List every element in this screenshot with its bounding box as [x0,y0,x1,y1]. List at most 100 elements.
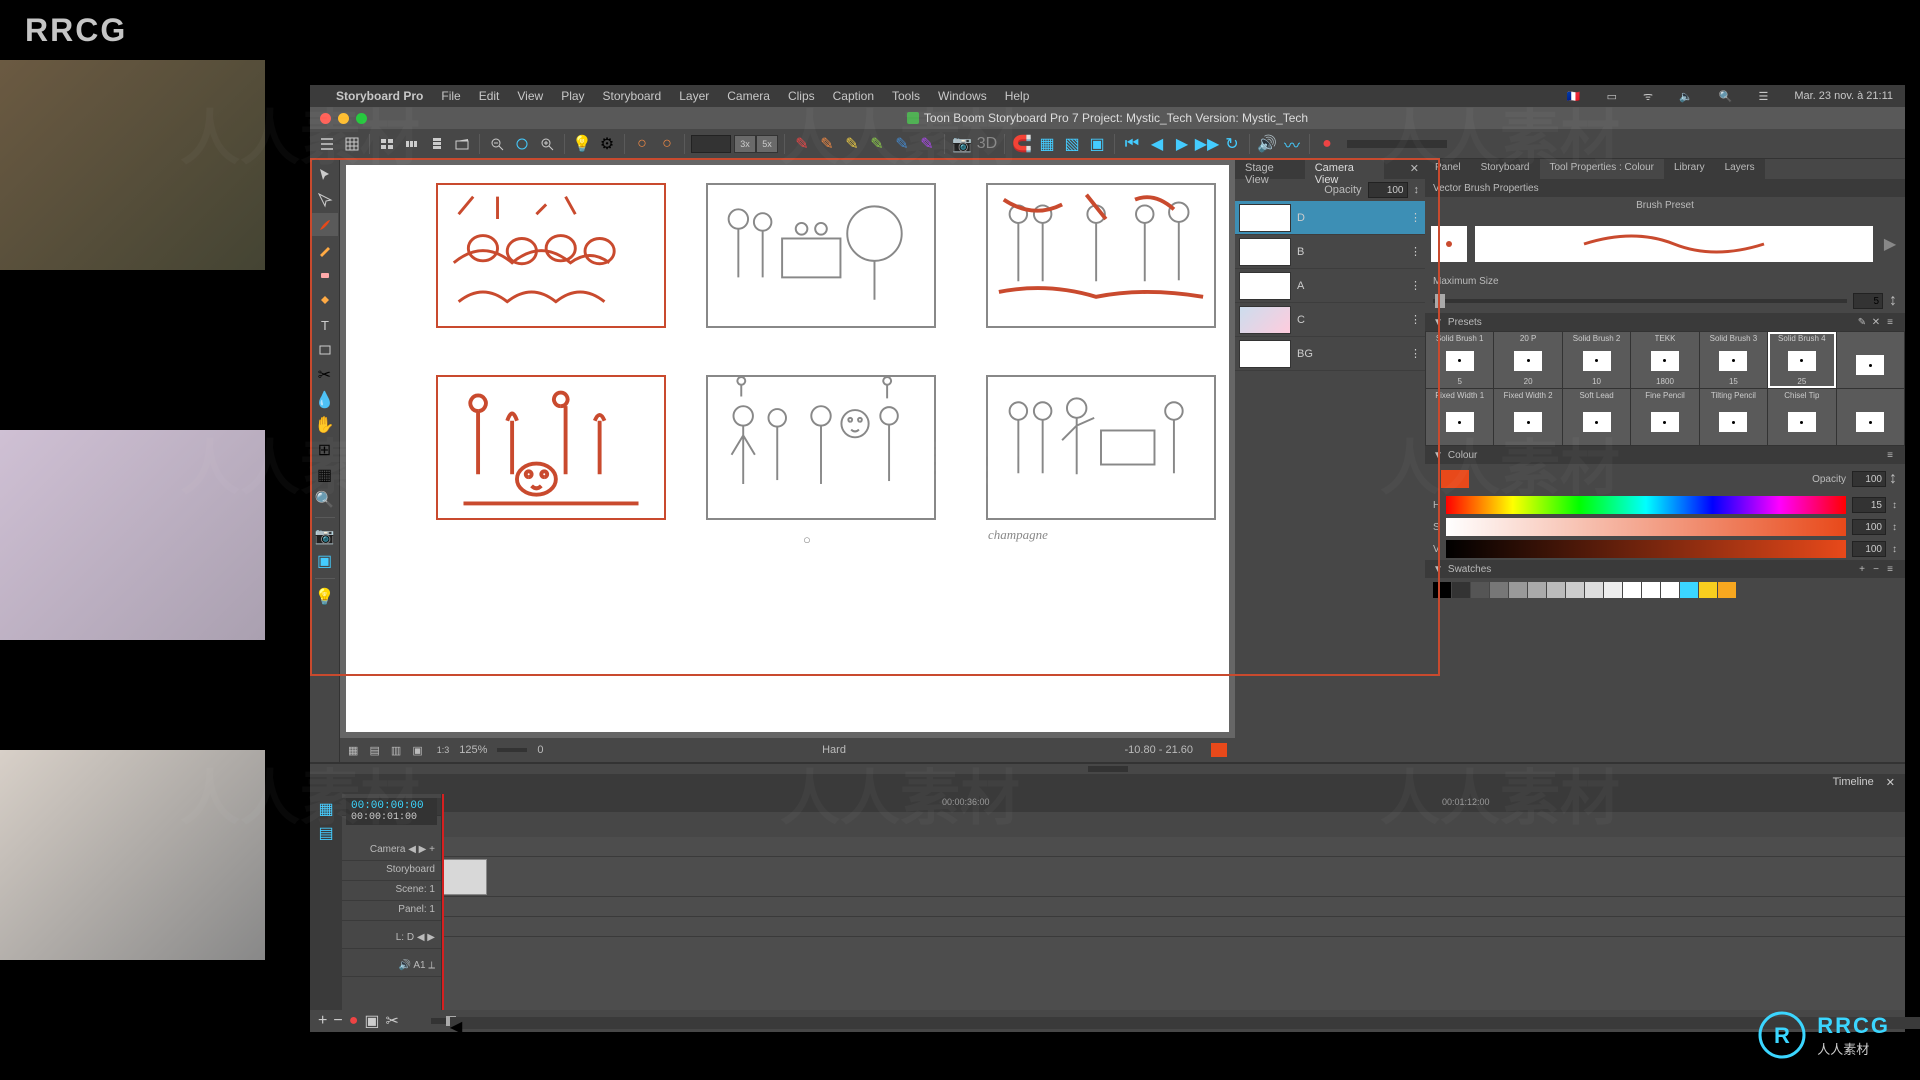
brush-preset-cell[interactable]: Soft Lead [1563,389,1630,445]
sat-input[interactable] [1852,519,1886,535]
marker-red-icon[interactable]: ✎ [791,133,813,155]
brush-preset-cell[interactable] [1837,389,1904,445]
next-frame-icon[interactable]: ▶▶ [1196,133,1218,155]
opacity-input[interactable] [1368,182,1408,198]
pencil-tool-icon[interactable] [312,238,338,261]
control-center-icon[interactable]: ☰ [1754,90,1772,103]
colour-swatch[interactable] [1433,582,1451,598]
align-icon[interactable]: ▦ [1036,133,1058,155]
record-button-icon[interactable]: ● [349,1012,359,1030]
horizontal-view-icon[interactable] [401,133,423,155]
colour-swatch[interactable] [1604,582,1622,598]
blend-mode[interactable]: Hard [822,744,846,756]
wifi-icon[interactable]: ᯤ [1639,89,1657,104]
layer-item-d[interactable]: D⋮ [1235,201,1425,235]
max-size-stepper-icon[interactable]: ↕ [1889,292,1897,310]
swatch-menu-icon[interactable]: ≡ [1883,564,1897,575]
saturation-slider[interactable] [1446,518,1846,536]
colour-swatch[interactable] [1566,582,1584,598]
brush-tool-icon[interactable] [312,213,338,236]
maximize-window-button[interactable] [356,113,367,124]
presets-header[interactable]: ▼Presets✎✕≡ [1425,313,1905,331]
zoom-3x-button[interactable]: 3x [734,135,756,153]
max-size-input[interactable] [1853,293,1883,309]
vertical-view-icon[interactable] [426,133,448,155]
stage-view-tab[interactable]: Stage View [1235,159,1305,179]
colour-swatch[interactable] [1718,582,1736,598]
track-audio-label[interactable]: 🔊 A1 ⟂ [342,957,441,977]
add-swatch-icon[interactable]: + [1855,564,1869,575]
scene-clip[interactable] [442,859,487,895]
colour-swatch[interactable] [1547,582,1565,598]
menu-icon[interactable] [316,133,338,155]
brush-preset-cell[interactable]: Solid Brush 315 [1700,332,1767,388]
colour-opacity-input[interactable] [1852,471,1886,487]
next-preset-icon[interactable]: ▶ [1881,226,1899,262]
layer-item-c[interactable]: C⋮ [1235,303,1425,337]
camera-icon[interactable]: 📷 [951,133,973,155]
layer-item-bg[interactable]: BG⋮ [1235,337,1425,371]
select-tool-icon[interactable] [312,163,338,186]
colour-menu-icon[interactable]: ≡ [1883,450,1897,461]
grid-icon[interactable] [341,133,363,155]
menu-caption[interactable]: Caption [833,89,874,103]
marker-green-icon[interactable]: ✎ [866,133,888,155]
val-input[interactable] [1852,541,1886,557]
menu-windows[interactable]: Windows [938,89,987,103]
thumbnail-view-icon[interactable] [376,133,398,155]
split-icon[interactable]: ✂ [385,1011,398,1031]
camera-zoom-icon[interactable] [511,133,533,155]
rectangle-tool-icon[interactable] [312,338,338,361]
record-icon[interactable]: ● [1316,133,1338,155]
layer-icon[interactable]: ▧ [1061,133,1083,155]
light-icon[interactable]: 💡 [312,585,338,608]
zoom-5x-button[interactable]: 5x [756,135,778,153]
menu-layer[interactable]: Layer [679,89,709,103]
menu-storyboard[interactable]: Storyboard [603,89,662,103]
value-slider[interactable] [1446,540,1846,558]
minimize-window-button[interactable] [338,113,349,124]
camera-view-tab[interactable]: Camera View [1305,159,1384,179]
colour-swatch[interactable] [1623,582,1641,598]
preset-menu-icon[interactable]: ≡ [1883,317,1897,328]
clock[interactable]: Mar. 23 nov. à 21:11 [1790,90,1897,102]
cutter-tool-icon[interactable]: ✂ [312,363,338,386]
hue-slider[interactable] [1446,496,1846,514]
panel-drag-handle[interactable] [1088,766,1128,772]
camera-tool-icon[interactable]: 📷 [312,524,338,547]
menu-help[interactable]: Help [1005,89,1030,103]
brush-preset-cell[interactable] [1837,332,1904,388]
timeline-ruler[interactable]: 00:00:36:00 00:01:12:00 [442,794,1905,812]
brush-preset-cell[interactable]: Fine Pencil [1631,389,1698,445]
timeline-scrollbar[interactable]: ◀▶ [450,1017,1920,1029]
opacity-stepper-icon[interactable]: ↕ [1414,184,1420,196]
colour-swatch[interactable] [1528,582,1546,598]
tl-tracks-icon[interactable]: ▤ [313,822,339,844]
colour-header[interactable]: ▼Colour≡ [1425,446,1905,464]
app-menu[interactable]: Storyboard Pro [336,89,423,103]
zoom-tool-icon[interactable]: 🔍 [312,488,338,511]
menu-view[interactable]: View [517,89,543,103]
playhead[interactable] [442,794,444,1010]
current-colour-swatch[interactable] [1441,470,1469,488]
zoom-in-icon[interactable] [536,133,558,155]
brush-preset-cell[interactable]: Fixed Width 1 [1426,389,1493,445]
volume-icon[interactable]: 🔈 [1675,90,1697,103]
maintain-size-icon[interactable]: ▦ [312,463,338,486]
clapboard-icon[interactable] [451,133,473,155]
first-frame-icon[interactable]: ⏮ [1121,133,1143,155]
onion-skin-next-icon[interactable]: ○ [656,133,678,155]
timeline-tracks[interactable]: 00:00:36:00 00:01:12:00 [442,794,1905,1010]
colour-swatch[interactable] [1699,582,1717,598]
volume-slider[interactable] [1347,140,1447,148]
colour-swatch[interactable] [1490,582,1508,598]
light-table-icon[interactable]: 💡 [571,133,593,155]
layer-item-a[interactable]: A⋮ [1235,269,1425,303]
colour-swatch[interactable] [1471,582,1489,598]
menu-tools[interactable]: Tools [892,89,920,103]
locale-indicator[interactable]: 🇫🇷 [1563,90,1585,103]
close-window-button[interactable] [320,113,331,124]
track-layer-label[interactable]: L: D ◀ ▶ [342,929,441,949]
battery-icon[interactable]: ▭ [1603,90,1621,103]
sound-icon[interactable]: 🔊 [1256,133,1278,155]
